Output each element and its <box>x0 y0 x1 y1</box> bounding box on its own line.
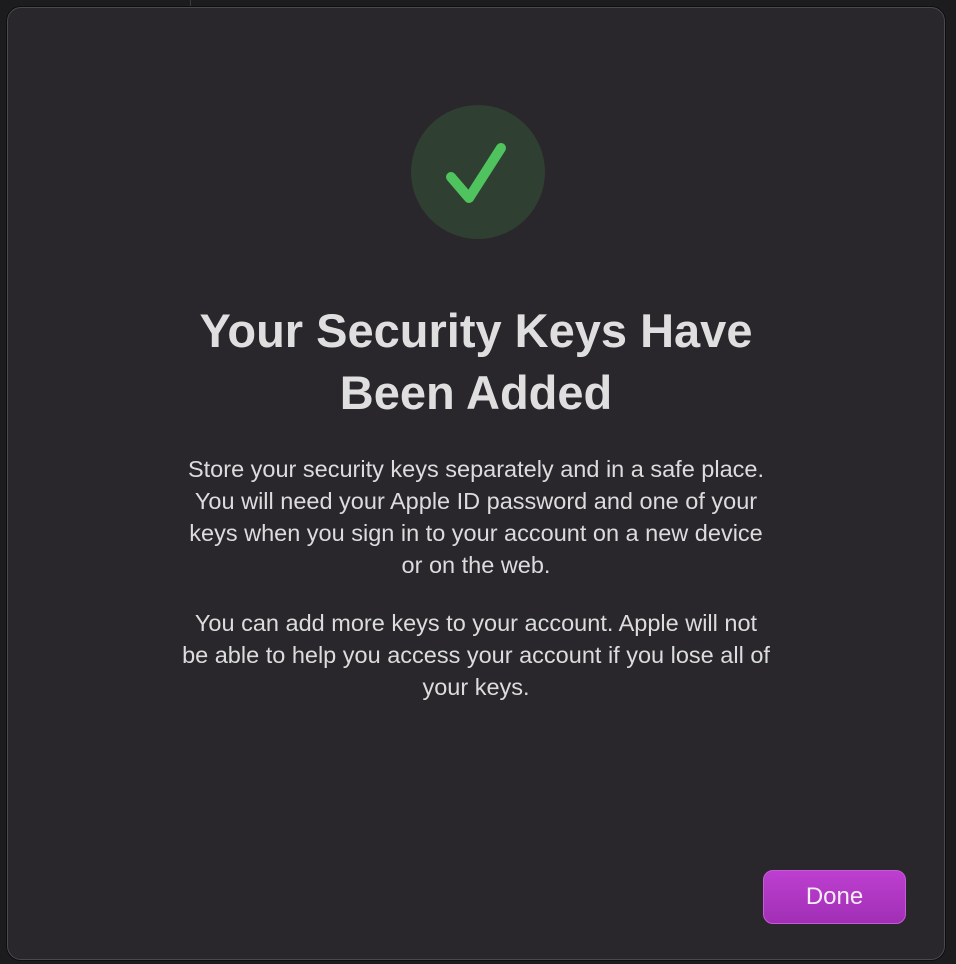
paragraph-line: keys when you sign in to your account on… <box>189 520 763 546</box>
paragraph-line: You can add more keys to your account. A… <box>194 610 758 636</box>
dialog-title-line: Your Security Keys Have <box>199 304 753 357</box>
paragraph-line: You will need your Apple ID password and… <box>194 488 758 514</box>
dialog-title-line: Been Added <box>339 366 613 419</box>
warning-paragraph: You can add more keys to your account. A… <box>8 607 944 703</box>
dialog-title: Your Security Keys Have Been Added <box>8 300 944 424</box>
paragraph-line: Store your security keys separately and … <box>187 456 765 482</box>
checkmark-icon <box>446 143 506 203</box>
paragraph-line: be able to help you access your account … <box>182 642 770 668</box>
paragraph-line: your keys. <box>422 674 530 700</box>
security-keys-added-dialog: Your Security Keys Have Been Added Store… <box>7 7 945 960</box>
storage-instructions-paragraph: Store your security keys separately and … <box>8 453 944 581</box>
success-badge <box>411 105 545 239</box>
paragraph-line: or on the web. <box>401 552 551 578</box>
done-button[interactable]: Done <box>763 870 906 924</box>
